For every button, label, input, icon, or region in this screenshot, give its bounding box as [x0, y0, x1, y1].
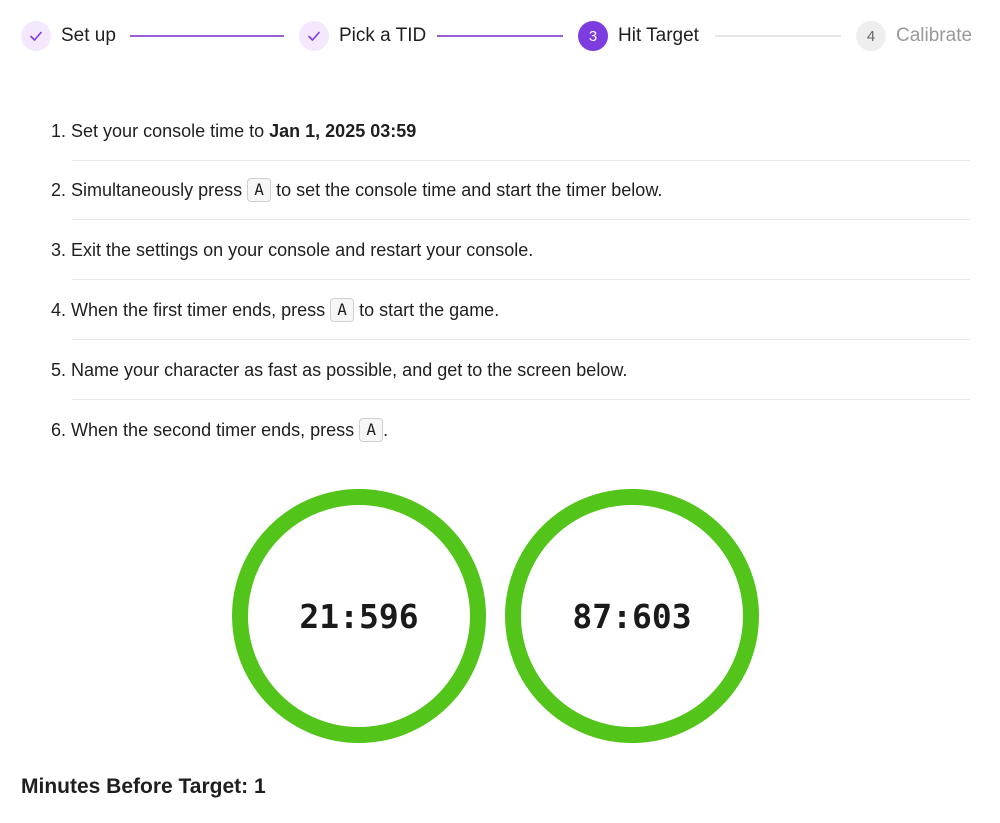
a-key-icon: A: [359, 418, 384, 442]
progress-stepper: Set up Pick a TID 3 Hit Target 4 Calibra…: [0, 0, 1000, 72]
item-text: When the second timer ends, press: [71, 420, 360, 440]
step-1-indicator: [21, 21, 51, 51]
item-number: 4.: [51, 300, 67, 320]
item-number: 1.: [51, 121, 67, 141]
step-4-label: Calibrate: [896, 25, 973, 46]
item-number: 6.: [51, 420, 67, 440]
instruction-item: 1. Set your console time to Jan 1, 2025 …: [0, 102, 1000, 161]
divider: [72, 339, 970, 340]
step-connector: [715, 35, 841, 37]
step-3-number: 3: [588, 27, 598, 45]
step-1-label: Set up: [61, 25, 116, 46]
item-number: 2.: [51, 180, 67, 200]
step-2-indicator: [299, 21, 329, 51]
target-datetime: Jan 1, 2025 03:59: [269, 121, 417, 141]
check-icon: [30, 31, 42, 41]
item-text: .: [383, 420, 389, 440]
instruction-item: 2. Simultaneously press A to set the con…: [0, 161, 1000, 220]
divider: [72, 279, 970, 280]
instruction-item: 4. When the first timer ends, press A to…: [0, 281, 1000, 340]
minutes-before-target: Minutes Before Target: 1: [21, 775, 266, 798]
a-key-icon: A: [330, 298, 355, 322]
first-timer-value: 21:596: [299, 596, 419, 636]
item-text: to set the console time and start the ti…: [271, 180, 663, 200]
divider: [72, 219, 970, 220]
item-text: to start the game.: [354, 300, 500, 320]
instruction-item: 6. When the second timer ends, press A.: [0, 401, 1000, 460]
divider: [72, 399, 970, 400]
item-number: 5.: [51, 360, 67, 380]
first-timer: 21:596: [232, 489, 486, 743]
item-text: When the first timer ends, press: [71, 300, 331, 320]
item-text: Set your console time to: [71, 121, 270, 141]
instruction-item: 5. Name your character as fast as possib…: [0, 341, 1000, 400]
step-3-indicator: 3: [578, 21, 608, 51]
step-4-number: 4: [866, 27, 876, 45]
item-text: Name your character as fast as possible,…: [71, 360, 628, 380]
step-4-indicator: 4: [856, 21, 886, 51]
step-2-label: Pick a TID: [339, 25, 427, 46]
page: Set up Pick a TID 3 Hit Target 4 Calibra…: [0, 0, 1000, 823]
a-key-icon: A: [247, 178, 272, 202]
item-text: Exit the settings on your console and re…: [71, 240, 534, 260]
second-timer: 87:603: [505, 489, 759, 743]
second-timer-value: 87:603: [572, 596, 692, 636]
item-number: 3.: [51, 240, 67, 260]
item-text: Simultaneously press: [71, 180, 248, 200]
step-connector: [437, 35, 563, 37]
check-icon: [308, 31, 320, 41]
step-3-label: Hit Target: [618, 25, 699, 46]
instruction-item: 3. Exit the settings on your console and…: [0, 221, 1000, 280]
step-connector: [130, 35, 284, 37]
